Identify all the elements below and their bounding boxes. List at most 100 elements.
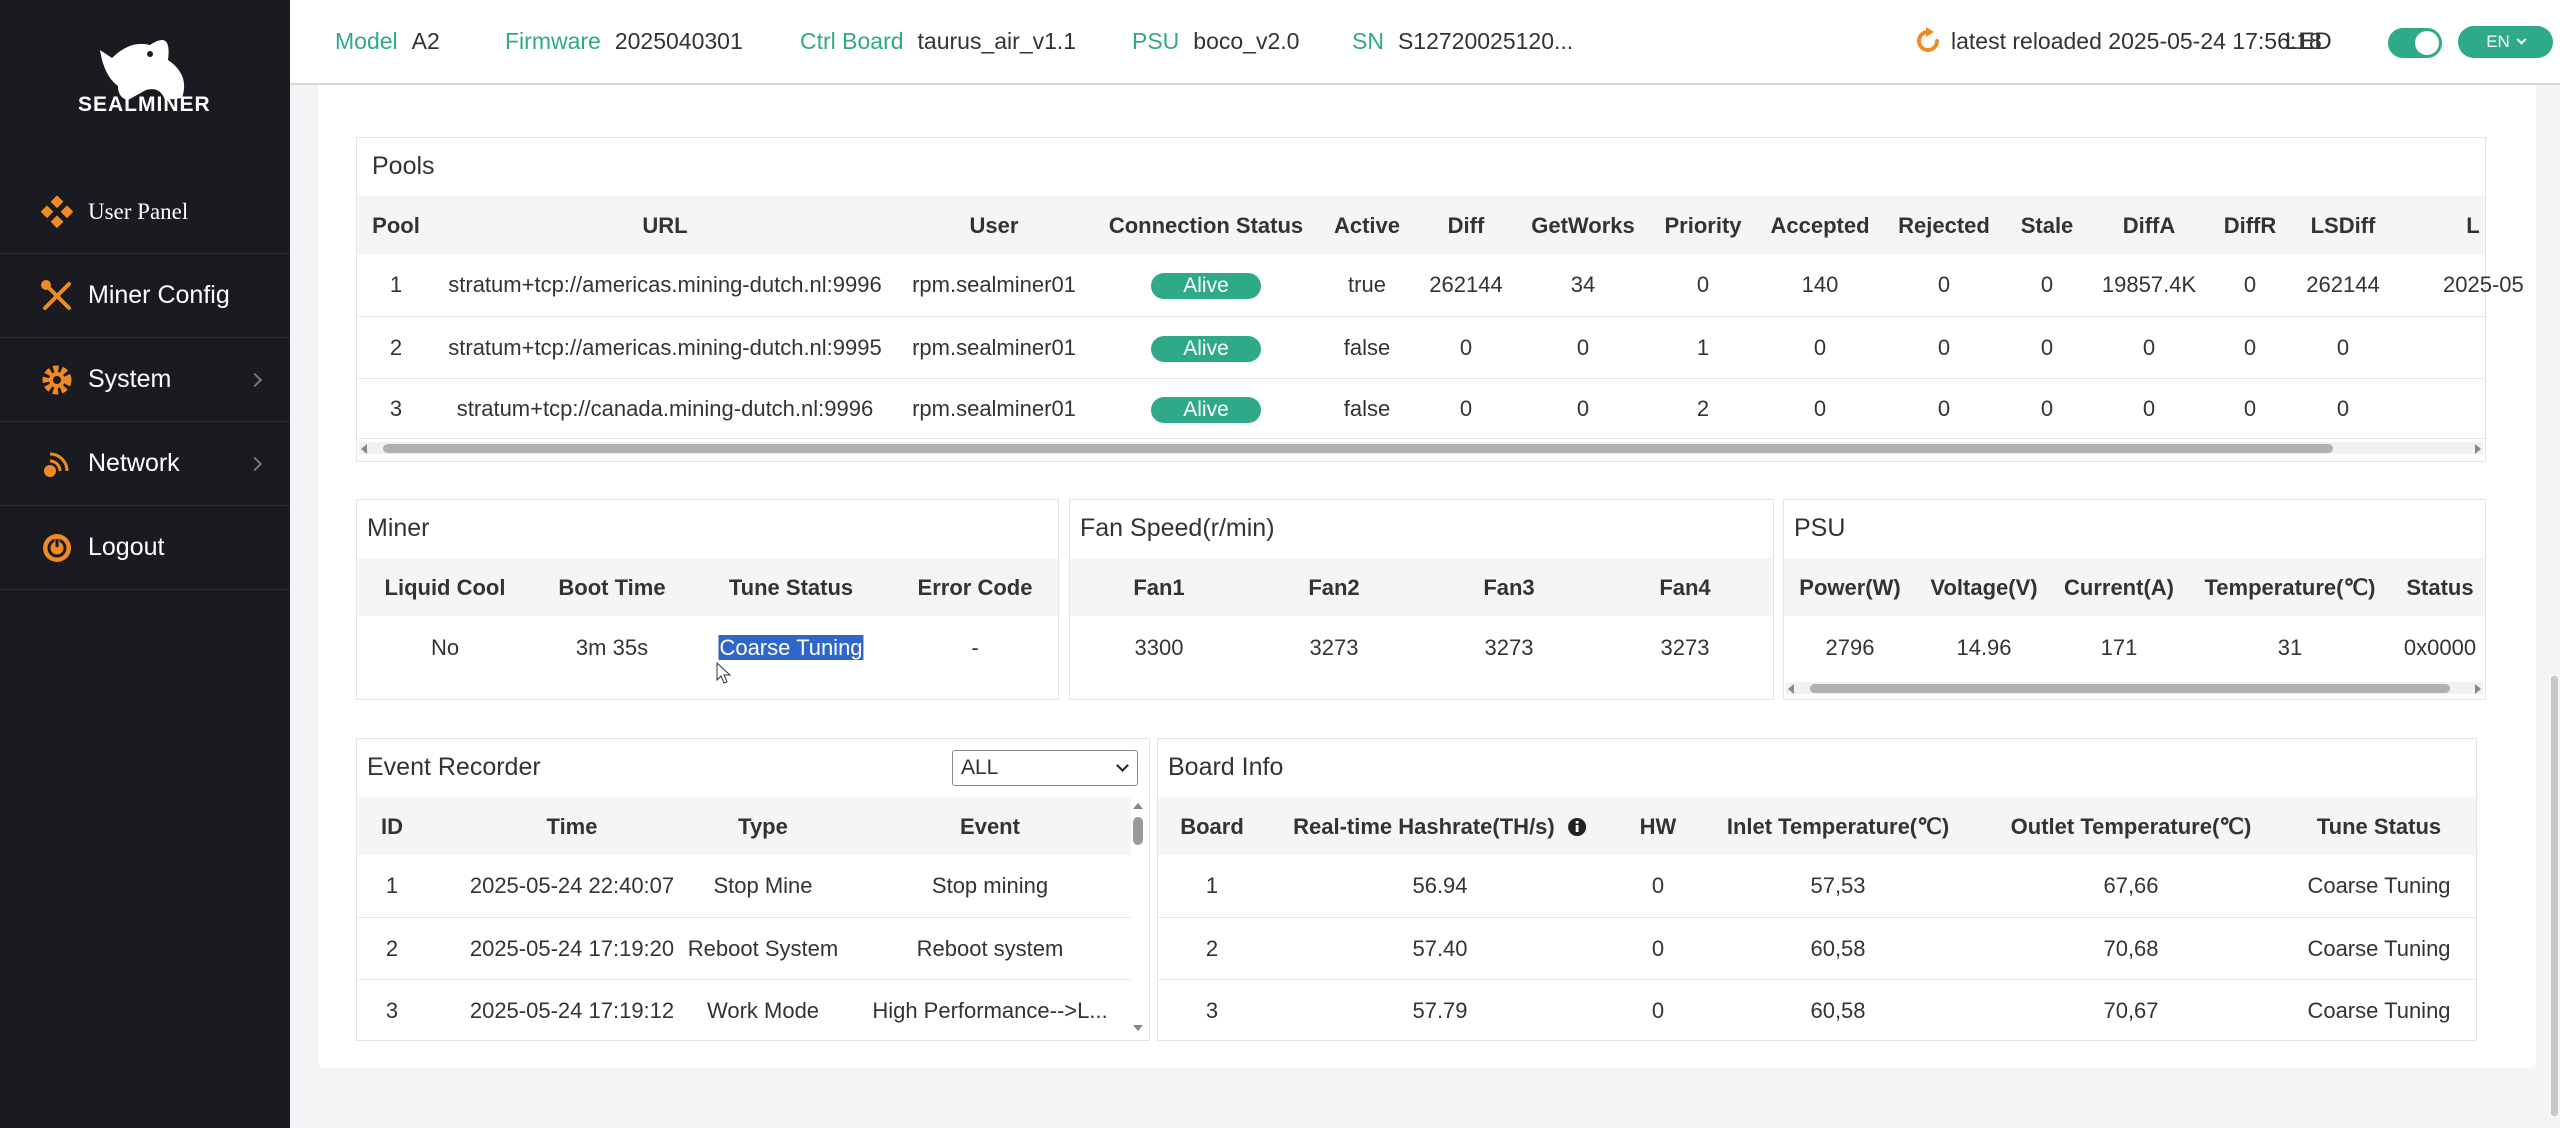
- col-tune-status: Tune Status: [2316, 814, 2442, 839]
- sidebar-item-network[interactable]: Network: [0, 422, 290, 506]
- sidebar-item-label: Network: [88, 449, 180, 477]
- pool-active: true: [1348, 272, 1386, 297]
- col-voltage: Voltage(V): [1930, 575, 2038, 600]
- table-row: 1 2025-05-24 22:40:07 Stop Mine Stop min…: [357, 855, 1131, 918]
- table-row: 2 stratum+tcp://americas.mining-dutch.nl…: [357, 317, 2485, 379]
- pool-url: stratum+tcp://americas.mining-dutch.nl:9…: [448, 272, 882, 297]
- board-tune-status: Coarse Tuning: [2307, 873, 2451, 898]
- sidebar-nav: User Panel Miner Config System Network L…: [0, 170, 290, 590]
- col-liquid-cool: Liquid Cool: [384, 575, 506, 600]
- col-connection-status: Connection Status: [1108, 213, 1304, 238]
- fan-speed-title: Fan Speed(r/min): [1080, 514, 1275, 542]
- sidebar-item-system[interactable]: System: [0, 338, 290, 422]
- board-id: 2: [1205, 936, 1219, 961]
- event-time: 2025-05-24 17:19:12: [469, 998, 675, 1023]
- col-temperature: Temperature(℃): [2204, 575, 2376, 600]
- selected-text[interactable]: Coarse Tuning: [718, 635, 864, 660]
- tune-status-value[interactable]: Coarse Tuning: [718, 635, 864, 661]
- chevron-right-icon: [247, 372, 263, 387]
- pool-id: 3: [389, 396, 403, 421]
- scroll-up-icon[interactable]: [1133, 803, 1143, 809]
- psu-panel: PSU Power(W) Voltage(V) Current(A) Tempe…: [1783, 499, 2486, 700]
- scroll-left-icon[interactable]: [1788, 684, 1794, 694]
- board-tune-status: Coarse Tuning: [2307, 998, 2451, 1023]
- connection-status: Alive: [1151, 272, 1261, 299]
- psu-hscrollbar[interactable]: [1786, 682, 2483, 694]
- col-hashrate: Real-time Hashrate(TH/s): [1293, 814, 1587, 840]
- mouse-cursor-icon: [716, 662, 732, 684]
- event-description: Reboot system: [916, 936, 1064, 961]
- col-diff: Diff: [1447, 213, 1485, 238]
- user-panel-icon: [40, 194, 74, 229]
- fan3-value: 3273: [1484, 635, 1534, 660]
- events-vscrollbar[interactable]: [1131, 801, 1145, 1033]
- sidebar-item-user-panel[interactable]: User Panel: [0, 170, 290, 254]
- pool-lsdiff: 262144: [2306, 272, 2380, 297]
- miner-title: Miner: [367, 514, 430, 542]
- firmware-label: Firmware: [505, 28, 601, 54]
- event-id: 1: [385, 873, 399, 898]
- sidebar-item-label: User Panel: [88, 198, 189, 224]
- power-value: 2796: [1825, 635, 1875, 660]
- pool-rejected: 0: [1937, 335, 1951, 360]
- col-inlet-temperature: Inlet Temperature(℃): [1726, 814, 1950, 839]
- board-hw: 0: [1651, 873, 1665, 898]
- pool-user: rpm.sealminer01: [912, 396, 1076, 421]
- event-time: 2025-05-24 17:19:20: [469, 936, 675, 961]
- pool-getworks: 34: [1570, 272, 1596, 297]
- pool-diff: 0: [1459, 335, 1473, 360]
- scroll-right-icon[interactable]: [2475, 684, 2481, 694]
- scroll-right-icon[interactable]: [2475, 444, 2481, 454]
- refresh-icon[interactable]: [1913, 26, 1943, 56]
- col-board: Board: [1180, 814, 1244, 839]
- scroll-down-icon[interactable]: [1133, 1025, 1143, 1031]
- table-row: 1 56.94 0 57,53 67,66 Coarse Tuning: [1158, 855, 2476, 918]
- pools-hscrollbar[interactable]: [359, 442, 2483, 454]
- scroll-thumb[interactable]: [383, 444, 2333, 453]
- event-id: 2: [385, 936, 399, 961]
- pool-diffr: 0: [2243, 335, 2257, 360]
- col-hw: HW: [1639, 814, 1677, 839]
- model-value: A2: [411, 28, 440, 54]
- chevron-down-icon: [1116, 759, 1129, 772]
- power-icon: [40, 531, 74, 565]
- col-user: User: [969, 213, 1019, 238]
- pool-accepted: 0: [1813, 335, 1827, 360]
- info-icon[interactable]: [1567, 817, 1587, 837]
- pool-active: false: [1343, 396, 1391, 421]
- pool-priority: 0: [1696, 272, 1710, 297]
- col-power: Power(W): [1799, 575, 1901, 600]
- table-row: 2 57.40 0 60,58 70,68 Coarse Tuning: [1158, 918, 2476, 980]
- sidebar-item-logout[interactable]: Logout: [0, 506, 290, 590]
- fan2-value: 3273: [1309, 635, 1359, 660]
- col-getworks: GetWorks: [1531, 213, 1635, 238]
- board-id: 3: [1205, 998, 1219, 1023]
- scroll-thumb[interactable]: [2551, 676, 2558, 1116]
- language-selector[interactable]: EN: [2458, 26, 2553, 58]
- pool-url: stratum+tcp://americas.mining-dutch.nl:9…: [448, 335, 882, 360]
- reload-status[interactable]: latest reloaded 2025-05-24 17:56:18: [1913, 26, 2322, 56]
- scroll-left-icon[interactable]: [361, 444, 367, 454]
- col-url: URL: [642, 213, 688, 238]
- pool-rejected: 0: [1937, 396, 1951, 421]
- pool-getworks: 0: [1576, 396, 1590, 421]
- fan1-value: 3300: [1134, 635, 1184, 660]
- board-hashrate: 57.79: [1412, 998, 1468, 1023]
- scroll-thumb[interactable]: [1810, 684, 2450, 693]
- col-type: Type: [738, 814, 788, 839]
- led-toggle[interactable]: [2388, 28, 2442, 58]
- sidebar-item-miner-config[interactable]: Miner Config: [0, 254, 290, 338]
- miner-table-header: Liquid Cool Boot Time Tune Status Error …: [357, 558, 1058, 616]
- scroll-thumb[interactable]: [1133, 817, 1143, 845]
- event-filter-select[interactable]: ALL: [952, 750, 1138, 786]
- pools-panel: Pools Pool URL User Connection Status Ac…: [356, 137, 2524, 462]
- event-id: 3: [385, 998, 399, 1023]
- pool-lsdiff: 0: [2336, 396, 2350, 421]
- page-vscrollbar[interactable]: [2548, 86, 2560, 1126]
- pool-id: 2: [389, 335, 403, 360]
- connection-status: Alive: [1151, 335, 1261, 362]
- fan-speed-panel: Fan Speed(r/min) Fan1 Fan2 Fan3 Fan4 330…: [1069, 499, 1774, 700]
- temperature-value: 31: [2277, 635, 2303, 660]
- miner-panel: Miner Liquid Cool Boot Time Tune Status …: [356, 499, 1059, 700]
- col-tune-status: Tune Status: [728, 575, 854, 600]
